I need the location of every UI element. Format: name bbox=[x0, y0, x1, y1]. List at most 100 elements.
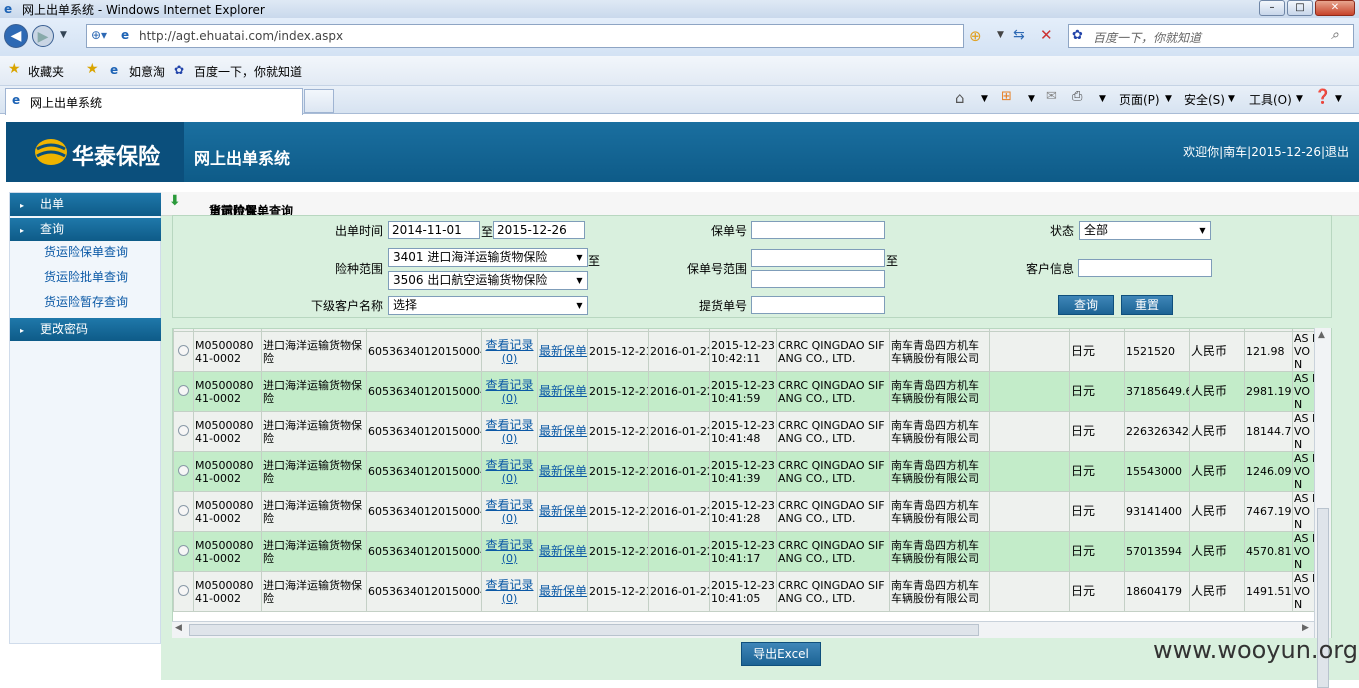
pay-currency-cell: 人民币 bbox=[1189, 411, 1245, 452]
radio-icon[interactable] bbox=[178, 424, 189, 436]
record-count-link[interactable]: (0) bbox=[502, 552, 518, 565]
home-icon[interactable]: ⌂ bbox=[955, 89, 965, 107]
record-count-link[interactable]: (0) bbox=[502, 352, 518, 365]
end-date-cell: 2016-01-22 bbox=[648, 531, 710, 572]
history-dropdown[interactable]: ▼ bbox=[60, 30, 67, 40]
refresh-icon[interactable]: ⇆ bbox=[1013, 27, 1025, 43]
welcome-bar[interactable]: 欢迎你|南车|2015-12-26|退出 bbox=[1183, 143, 1349, 160]
search-box[interactable]: ✿ 百度一下，你就知道 ⌕ bbox=[1068, 24, 1354, 48]
sidebar-item-issue[interactable]: ▸ 出单 bbox=[10, 193, 161, 216]
tools-menu[interactable]: 工具(O) bbox=[1249, 91, 1292, 108]
scroll-right-icon[interactable]: ▶ bbox=[1302, 623, 1309, 633]
policy-range-to-input[interactable] bbox=[751, 270, 885, 288]
sidebar-item-change-password[interactable]: ▸ 更改密码 bbox=[10, 318, 161, 341]
scroll-left-icon[interactable]: ◀ bbox=[175, 623, 182, 633]
radio-icon[interactable] bbox=[178, 384, 189, 396]
sidebar-item-query[interactable]: ▸ 查询 bbox=[10, 218, 161, 241]
table-row[interactable]: M050008041-0002 进口海洋运输货物保险 605363401201500… bbox=[173, 371, 1331, 412]
table-row[interactable]: M050008041-0002 进口海洋运输货物保险 605363401201500… bbox=[173, 411, 1331, 452]
risk-from-select[interactable]: 3401 进口海洋运输货物保险 ▼ bbox=[388, 248, 588, 267]
radio-icon[interactable] bbox=[178, 464, 189, 476]
table-row[interactable]: M050008041-0002 进口海洋运输货物保险 605363401201500… bbox=[173, 531, 1331, 572]
back-button[interactable]: ◀ bbox=[4, 24, 28, 48]
record-count-link[interactable]: (0) bbox=[502, 392, 518, 405]
view-record-link[interactable]: 查看记录 bbox=[485, 578, 533, 592]
submenu-policy-query[interactable]: 货运险保单查询 bbox=[44, 243, 128, 260]
record-count-link[interactable]: (0) bbox=[502, 472, 518, 485]
safety-menu[interactable]: 安全(S) bbox=[1184, 91, 1225, 108]
latest-policy-link[interactable]: 最新保单 bbox=[539, 424, 587, 438]
policy-range-from-input[interactable] bbox=[751, 249, 885, 267]
export-excel-button[interactable]: 导出Excel bbox=[741, 642, 821, 666]
maximize-button[interactable]: □ bbox=[1287, 0, 1313, 16]
horizontal-scroll-thumb[interactable] bbox=[189, 624, 979, 636]
policy-no-input[interactable] bbox=[751, 221, 885, 239]
submenu-draft-query[interactable]: 货运险暂存查询 bbox=[44, 293, 128, 310]
scroll-up-icon[interactable]: ▲ bbox=[1318, 330, 1325, 340]
policy-range-label: 保单号范围 bbox=[687, 262, 748, 276]
view-record-link[interactable]: 查看记录 bbox=[485, 418, 533, 432]
rss-dropdown-icon[interactable]: ▼ bbox=[1028, 94, 1035, 104]
print-dropdown-icon[interactable]: ▼ bbox=[1099, 94, 1106, 104]
view-record-link[interactable]: 查看记录 bbox=[485, 378, 533, 392]
status-select[interactable]: 全部 ▼ bbox=[1079, 221, 1211, 240]
date-to-input[interactable]: 2015-12-26 bbox=[493, 221, 585, 239]
address-dropdown-icon[interactable]: ▼ bbox=[997, 30, 1004, 40]
forward-button[interactable]: ▶ bbox=[32, 25, 54, 47]
table-row[interactable]: M050008041-0002 进口海洋运输货物保险 605363401201500… bbox=[173, 451, 1331, 492]
record-count-link[interactable]: (0) bbox=[502, 432, 518, 445]
latest-policy-link[interactable]: 最新保单 bbox=[539, 344, 587, 358]
new-tab-button[interactable] bbox=[304, 89, 334, 113]
radio-icon[interactable] bbox=[178, 544, 189, 556]
query-button[interactable]: 查询 bbox=[1058, 295, 1114, 315]
view-record-link[interactable]: 查看记录 bbox=[485, 498, 533, 512]
latest-policy-link[interactable]: 最新保单 bbox=[539, 584, 587, 598]
customer-info-input[interactable] bbox=[1078, 259, 1212, 277]
table-row[interactable]: M050008041-0002 进口海洋运输货物保险 605363401201500… bbox=[173, 331, 1331, 372]
fav-item-ruyitao[interactable]: 如意淘 bbox=[129, 63, 165, 80]
help-icon[interactable]: ❓ bbox=[1314, 89, 1331, 105]
view-record-link[interactable]: 查看记录 bbox=[485, 538, 533, 552]
latest-policy-link[interactable]: 最新保单 bbox=[539, 464, 587, 478]
compat-view-icon[interactable]: ⊕ bbox=[969, 27, 982, 45]
reset-button[interactable]: 重置 bbox=[1121, 295, 1173, 315]
address-field[interactable]: ⊕▾ e http://agt.ehuatai.com/index.aspx ⊕… bbox=[86, 24, 1053, 48]
table-row[interactable]: M050008041-0002 进口海洋运输货物保险 605363401201500… bbox=[173, 491, 1331, 532]
home-dropdown-icon[interactable]: ▼ bbox=[981, 94, 988, 104]
view-record-link[interactable]: 查看记录 bbox=[485, 458, 533, 472]
horizontal-scrollbar[interactable]: ◀ ▶ bbox=[172, 621, 1314, 638]
page-menu[interactable]: 页面(P) bbox=[1119, 91, 1160, 108]
view-record-link[interactable]: 查看记录 bbox=[485, 338, 533, 352]
latest-policy-link[interactable]: 最新保单 bbox=[539, 544, 587, 558]
favorites-button[interactable]: 收藏夹 bbox=[28, 63, 64, 80]
submenu-endorsement-query[interactable]: 货运险批单查询 bbox=[44, 268, 128, 285]
fav-item-baidu[interactable]: 百度一下，你就知道 bbox=[194, 63, 302, 80]
rss-icon[interactable]: ⊞ bbox=[1001, 89, 1012, 104]
date-from-input[interactable]: 2014-11-01 bbox=[388, 221, 480, 239]
to-label: 至 bbox=[481, 225, 494, 239]
risk-to-select[interactable]: 3506 出口航空运输货物保险 ▼ bbox=[388, 271, 588, 290]
issue-time-cell: 2015-12-23 10:41:05 bbox=[709, 571, 777, 612]
radio-icon[interactable] bbox=[178, 584, 189, 596]
record-count-link[interactable]: (0) bbox=[502, 512, 518, 525]
latest-policy-link[interactable]: 最新保单 bbox=[539, 504, 587, 518]
print-icon[interactable]: ⎙ bbox=[1072, 89, 1082, 104]
mail-icon[interactable]: ✉ bbox=[1046, 89, 1057, 104]
search-icon[interactable]: ⌕ bbox=[1331, 27, 1339, 43]
bill-no-input[interactable] bbox=[751, 296, 885, 314]
table-row[interactable]: M050008041-0002 进口海洋运输货物保险 605363401201500… bbox=[173, 571, 1331, 612]
help-dropdown-icon[interactable]: ▼ bbox=[1335, 94, 1342, 104]
vertical-scrollbar[interactable]: ▲ bbox=[1314, 328, 1331, 688]
minimize-button[interactable]: – bbox=[1259, 0, 1285, 16]
latest-policy-link[interactable]: 最新保单 bbox=[539, 384, 587, 398]
stop-icon[interactable]: ✕ bbox=[1040, 26, 1053, 44]
insured-en-text: CRRC QINGDAO SIFANG CO., LTD. bbox=[778, 498, 885, 525]
window-titlebar: e 网上出单系统 - Windows Internet Explorer – □… bbox=[0, 0, 1359, 18]
sub-customer-select[interactable]: 选择 ▼ bbox=[388, 296, 588, 315]
add-favorite-icon[interactable]: ★ bbox=[86, 61, 99, 77]
radio-icon[interactable] bbox=[178, 504, 189, 516]
tab-active[interactable]: e 网上出单系统 bbox=[5, 88, 303, 115]
record-count-link[interactable]: (0) bbox=[502, 592, 518, 605]
radio-icon[interactable] bbox=[178, 344, 189, 356]
close-button[interactable]: ✕ bbox=[1315, 0, 1355, 16]
